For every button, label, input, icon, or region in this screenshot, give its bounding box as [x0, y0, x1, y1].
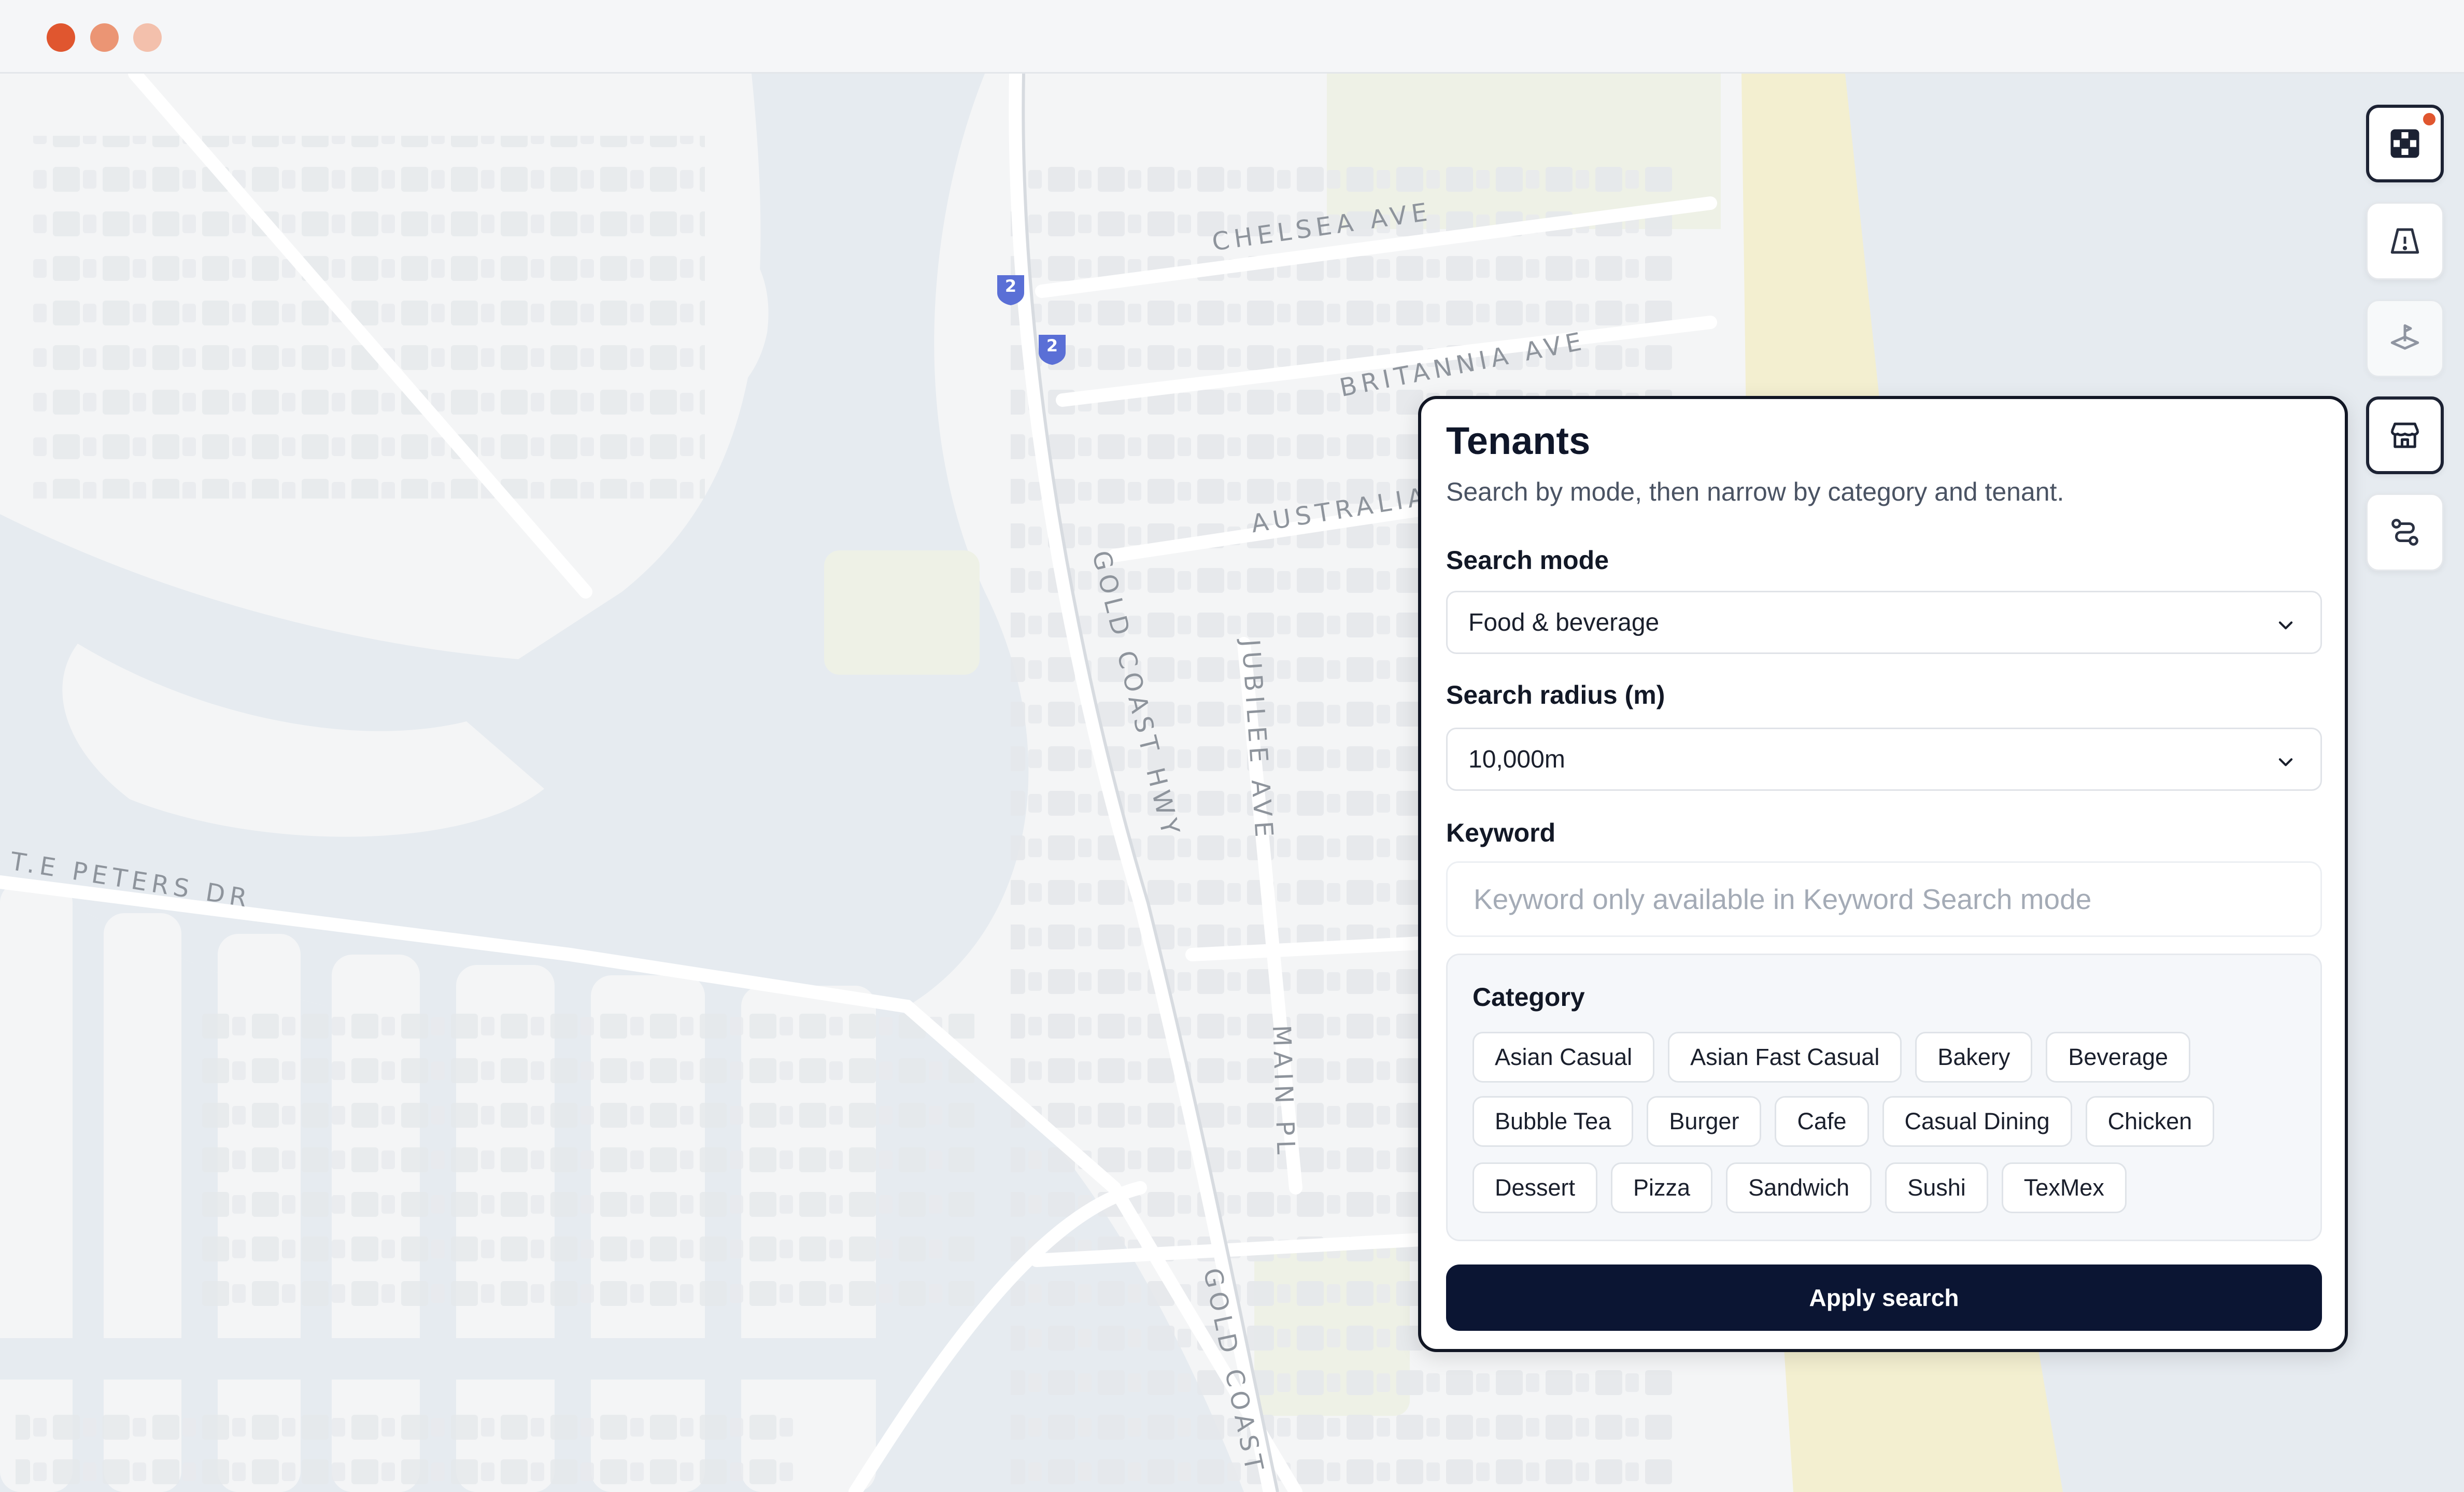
tenants-panel: Tenants Search by mode, then narrow by c… — [1418, 396, 2348, 1352]
search-radius-select[interactable]: 10,000m — [1446, 728, 2322, 791]
category-chip-bubble-tea[interactable]: Bubble Tea — [1472, 1096, 1634, 1147]
keyword-label: Keyword — [1446, 818, 1556, 847]
close-window-button[interactable] — [47, 23, 75, 52]
location-layers-button[interactable] — [2366, 300, 2444, 377]
tenants-button[interactable] — [2366, 396, 2444, 474]
category-chip-dessert[interactable]: Dessert — [1472, 1162, 1598, 1213]
road-hazard-button[interactable] — [2366, 202, 2444, 280]
panel-title: Tenants — [1446, 419, 1591, 462]
search-radius-value: 10,000m — [1468, 745, 1565, 773]
category-chip-texmex[interactable]: TexMex — [2001, 1162, 2127, 1213]
road-warning-icon — [2390, 228, 2419, 254]
search-mode-label: Search mode — [1446, 546, 1609, 575]
category-chip-asian-casual[interactable]: Asian Casual — [1472, 1032, 1655, 1083]
keyword-input[interactable]: Keyword only available in Keyword Search… — [1446, 861, 2322, 937]
route-shield-icon: 2 — [995, 273, 1026, 306]
category-chip-casual-dining[interactable]: Casual Dining — [1882, 1096, 2072, 1147]
street-label-main-pl: MAIN PL — [1267, 1025, 1301, 1160]
category-chip-sushi[interactable]: Sushi — [1885, 1162, 1988, 1213]
minimize-window-button[interactable] — [90, 23, 119, 52]
panel-subtitle: Search by mode, then narrow by category … — [1446, 477, 2064, 506]
chevron-down-icon — [2278, 621, 2293, 630]
storefront-icon — [2390, 422, 2419, 448]
chevron-down-icon — [2278, 758, 2293, 766]
layers-grid-button[interactable] — [2366, 105, 2444, 182]
grid-icon — [2390, 129, 2419, 158]
notification-dot — [2423, 113, 2435, 125]
map-pin-layers-icon — [2390, 324, 2419, 350]
category-chip-chicken[interactable]: Chicken — [2085, 1096, 2215, 1147]
search-mode-value: Food & beverage — [1468, 608, 1660, 636]
route-icon — [2391, 519, 2418, 546]
category-chip-asian-fast-casual[interactable]: Asian Fast Casual — [1668, 1032, 1902, 1083]
search-radius-label: Search radius (m) — [1446, 680, 1665, 709]
window-titlebar — [0, 0, 2464, 74]
category-chip-burger[interactable]: Burger — [1647, 1096, 1762, 1147]
maximize-window-button[interactable] — [133, 23, 162, 52]
category-chip-beverage[interactable]: Beverage — [2046, 1032, 2191, 1083]
category-chip-bakery[interactable]: Bakery — [1915, 1032, 2033, 1083]
category-chip-sandwich[interactable]: Sandwich — [1726, 1162, 1872, 1213]
category-chip-pizza[interactable]: Pizza — [1611, 1162, 1713, 1213]
search-mode-select[interactable]: Food & beverage — [1446, 591, 2322, 654]
apply-search-button[interactable]: Apply search — [1446, 1264, 2322, 1331]
route-shield-icon: 2 — [1037, 333, 1068, 366]
category-label: Category — [1472, 983, 1585, 1012]
category-chip-cafe[interactable]: Cafe — [1775, 1096, 1869, 1147]
route-button[interactable] — [2366, 493, 2444, 571]
category-section: Category Asian Casual Asian Fast Casual … — [1446, 954, 2322, 1241]
